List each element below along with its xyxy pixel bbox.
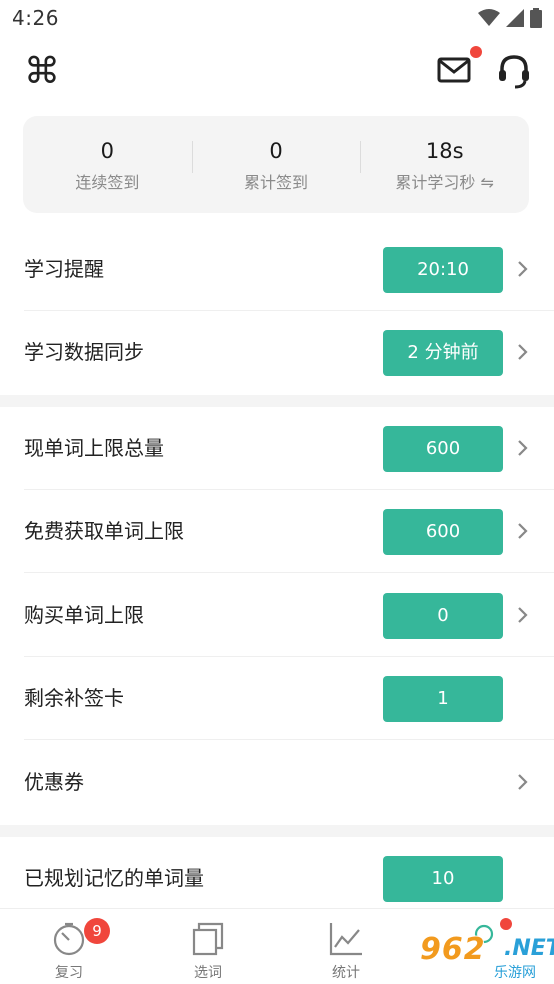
chevron-right-icon bbox=[518, 523, 528, 539]
stat-consecutive-checkin: 0 连续签到 bbox=[23, 137, 192, 193]
free-word-limit-pill[interactable]: 600 bbox=[383, 509, 503, 555]
chart-icon bbox=[329, 923, 362, 956]
wifi-icon bbox=[478, 9, 500, 26]
watermark-subtitle: 乐游网 bbox=[494, 965, 536, 981]
tab-label: 复习 bbox=[55, 965, 83, 981]
headset-icon[interactable] bbox=[494, 52, 534, 92]
tab-select-words[interactable]: 选词 bbox=[158, 909, 258, 984]
status-bar: 4:26 bbox=[0, 0, 554, 38]
battery-icon bbox=[530, 8, 542, 28]
word-limit-total-pill[interactable]: 600 bbox=[383, 426, 503, 472]
row-purchased-word-limit[interactable]: 购买单词上限 0 bbox=[0, 574, 554, 657]
row-word-limit-total[interactable]: 现单词上限总量 600 bbox=[0, 407, 554, 490]
planned-words-pill: 10 bbox=[383, 856, 503, 902]
chevron-right-icon bbox=[518, 607, 528, 623]
row-label: 购买单词上限 bbox=[24, 603, 144, 627]
status-icons bbox=[478, 8, 542, 28]
row-data-sync[interactable]: 学习数据同步 2 分钟前 bbox=[0, 311, 554, 394]
signal-icon bbox=[506, 9, 524, 27]
section-gap bbox=[0, 395, 554, 407]
tab-label: 选词 bbox=[194, 965, 222, 981]
stat-value: 0 bbox=[100, 138, 115, 163]
timer-icon bbox=[53, 922, 85, 956]
row-free-word-limit[interactable]: 免费获取单词上限 600 bbox=[0, 490, 554, 573]
sync-time-pill[interactable]: 2 分钟前 bbox=[383, 330, 503, 376]
watermark-logo: 962 .NET 乐游网 bbox=[420, 932, 554, 984]
watermark-net: .NET bbox=[504, 936, 554, 961]
chevron-right-icon bbox=[518, 440, 528, 456]
stats-card: 0 连续签到 0 累计签到 18s 累计学习秒 ⇋ bbox=[23, 116, 529, 213]
tab-label: 统计 bbox=[332, 965, 360, 981]
row-coupons[interactable]: 优惠券 bbox=[0, 741, 554, 824]
divider bbox=[24, 739, 554, 740]
row-label: 现单词上限总量 bbox=[24, 436, 164, 460]
row-label: 学习数据同步 bbox=[24, 340, 144, 364]
stat-total-study-seconds[interactable]: 18s 累计学习秒 ⇋ bbox=[360, 137, 529, 193]
stat-value: 0 bbox=[269, 138, 283, 163]
row-makeup-cards: 剩余补签卡 1 bbox=[0, 657, 554, 740]
watermark-number: 962 bbox=[420, 932, 486, 967]
chevron-right-icon bbox=[518, 344, 528, 360]
profile-notification-dot bbox=[500, 918, 512, 930]
row-label: 优惠券 bbox=[24, 770, 84, 794]
row-study-reminder[interactable]: 学习提醒 20:10 bbox=[0, 228, 554, 311]
row-label: 剩余补签卡 bbox=[24, 686, 124, 710]
stat-label: 累计学习秒 ⇋ bbox=[395, 172, 494, 192]
mail-icon[interactable] bbox=[434, 52, 474, 88]
review-badge: 9 bbox=[84, 918, 110, 944]
mail-notification-dot bbox=[470, 46, 482, 58]
section-gap bbox=[0, 825, 554, 837]
chevron-right-icon bbox=[518, 774, 528, 790]
purchased-word-limit-pill[interactable]: 0 bbox=[383, 593, 503, 639]
stat-label: 连续签到 bbox=[75, 172, 140, 192]
makeup-cards-pill: 1 bbox=[383, 676, 503, 722]
stat-value: 18s bbox=[425, 138, 464, 163]
stat-label: 累计签到 bbox=[244, 172, 309, 192]
reminder-time-pill[interactable]: 20:10 bbox=[383, 247, 503, 293]
status-time: 4:26 bbox=[12, 6, 59, 30]
divider bbox=[24, 572, 554, 573]
command-icon[interactable]: ⌘ bbox=[22, 52, 62, 92]
row-label: 免费获取单词上限 bbox=[24, 519, 184, 543]
stat-total-checkin: 0 累计签到 bbox=[191, 137, 361, 193]
row-label: 学习提醒 bbox=[24, 257, 104, 281]
cards-icon bbox=[192, 922, 224, 956]
tab-statistics[interactable]: 统计 bbox=[296, 909, 396, 984]
chevron-right-icon bbox=[518, 261, 528, 277]
